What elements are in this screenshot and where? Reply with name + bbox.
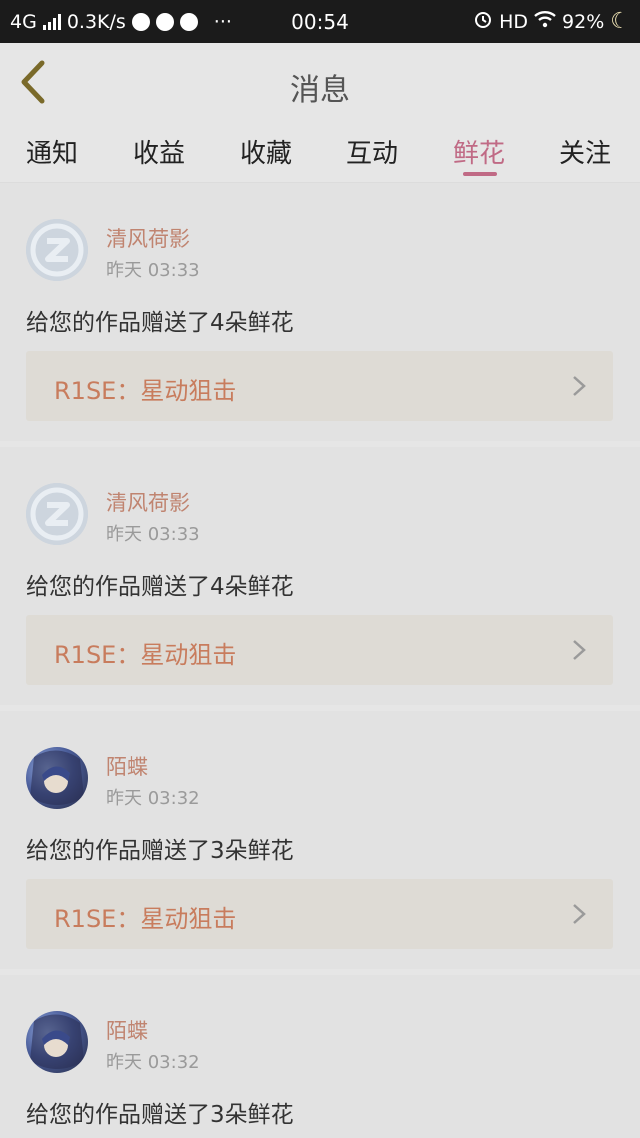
avatar[interactable] <box>26 1011 88 1073</box>
work-title: R1SE：星动狙击 <box>54 641 237 669</box>
tab-bar: 通知 收益 1 收藏 34 互动 5 鲜花 12 关注 16 <box>0 121 640 260</box>
status-bar: 4G 0.3K/s ··· 00:54 HD 92% ☾ <box>0 0 640 43</box>
username[interactable]: 清风荷影 <box>106 223 190 253</box>
tab-interactions[interactable]: 互动 <box>346 133 398 170</box>
username[interactable]: 清风荷影 <box>106 487 190 517</box>
tab-following[interactable]: 关注 <box>559 133 611 170</box>
message-text: 给您的作品赠送了3朵鲜花 <box>26 1102 294 1128</box>
timestamp: 昨天 03:33 <box>106 524 200 545</box>
username[interactable]: 陌蝶 <box>106 751 148 781</box>
list-item: 陌蝶 昨天 03:32 给您的作品赠送了3朵鲜花 <box>0 975 640 1138</box>
tab-earnings[interactable]: 收益 <box>133 133 185 170</box>
active-tab-indicator <box>463 172 497 176</box>
chevron-right-icon <box>573 640 586 660</box>
tab-flowers[interactable]: 鲜花 <box>453 133 505 170</box>
header: 消息 <box>0 43 640 121</box>
timestamp: 昨天 03:33 <box>106 260 200 281</box>
list-item: 清风荷影 昨天 03:33 给您的作品赠送了4朵鲜花 R1SE：星动狙击 <box>0 447 640 705</box>
tab-label: 互动 <box>346 139 399 169</box>
avatar[interactable] <box>26 219 88 281</box>
chevron-right-icon <box>573 376 586 396</box>
avatar[interactable] <box>26 747 88 809</box>
alarm-icon <box>473 9 493 34</box>
chevron-right-icon <box>573 904 586 924</box>
default-avatar-icon <box>26 483 88 545</box>
username[interactable]: 陌蝶 <box>106 1015 148 1045</box>
tab-label: 通知 <box>26 139 79 169</box>
message-text: 给您的作品赠送了3朵鲜花 <box>26 838 294 864</box>
tab-favorites[interactable]: 收藏 <box>240 133 292 170</box>
message-text: 给您的作品赠送了4朵鲜花 <box>26 574 294 600</box>
page-title: 消息 <box>290 73 350 108</box>
hd-indicator: HD <box>499 10 529 33</box>
moon-icon: ☾ <box>610 9 630 34</box>
work-link[interactable]: R1SE：星动狙击 <box>26 879 613 949</box>
avatar[interactable] <box>26 483 88 545</box>
tab-label: 关注 <box>559 139 612 169</box>
work-title: R1SE：星动狙击 <box>54 905 237 933</box>
anime-avatar <box>30 1014 84 1069</box>
tab-notifications[interactable]: 通知 <box>26 133 78 170</box>
timestamp: 昨天 03:32 <box>106 788 200 809</box>
battery-level: 92% <box>562 10 605 33</box>
tab-label: 收益 <box>133 139 186 169</box>
tab-label: 收藏 <box>240 139 293 169</box>
work-link[interactable]: R1SE：星动狙击 <box>26 351 613 421</box>
work-link[interactable]: R1SE：星动狙击 <box>26 615 613 685</box>
message-text: 给您的作品赠送了4朵鲜花 <box>26 310 294 336</box>
wifi-icon <box>534 10 556 33</box>
tab-label: 鲜花 <box>453 139 506 169</box>
timestamp: 昨天 03:32 <box>106 1052 200 1073</box>
list-item: 清风荷影 昨天 03:33 给您的作品赠送了4朵鲜花 R1SE：星动狙击 <box>0 183 640 441</box>
anime-avatar <box>30 750 84 805</box>
default-avatar-icon <box>26 219 88 281</box>
list-item: 陌蝶 昨天 03:32 给您的作品赠送了3朵鲜花 R1SE：星动狙击 <box>0 711 640 969</box>
work-title: R1SE：星动狙击 <box>54 377 237 405</box>
